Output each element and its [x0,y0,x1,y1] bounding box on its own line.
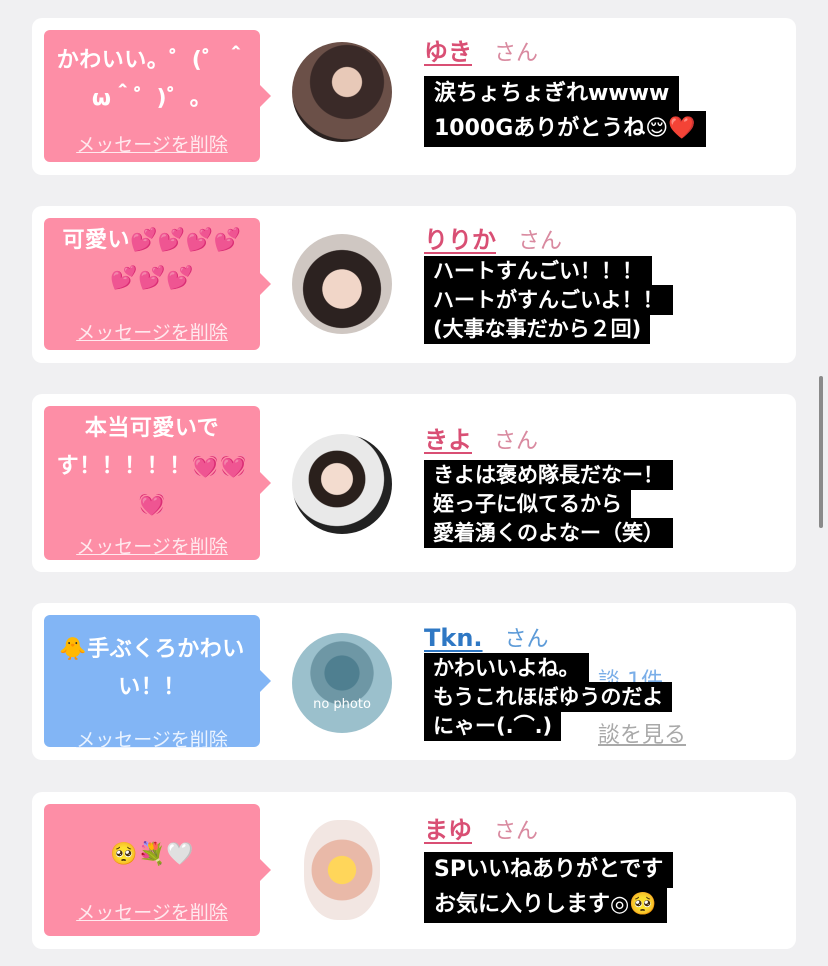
honorific: さん [518,229,563,254]
no-photo-label: no photo [313,697,371,712]
caption-line: (大事な事だから２回) [424,314,651,344]
caption-overlay: 涙ちょちょぎれwwww 1000Gありがとうね😌❤️ [424,76,706,147]
caption-overlay: きよは褒め隊長だなー！ 姪っ子に似てるから 愛着湧くのよなー（笑） [424,460,673,548]
honorific: さん [494,819,539,844]
message-card: 本当可愛いです！！！！！💓💓💓 メッセージを削除 きよ さん きよは褒め隊長だなー… [32,394,796,572]
caption-overlay: SPいいねありがとです お気に入りします◎🥺 [424,852,674,923]
avatar-placeholder[interactable]: no photo [292,633,392,733]
caption-line: お気に入りします◎🥺 [424,887,667,923]
message-text: 本当可愛いです！！！！！💓💓💓 [56,416,248,517]
caption-line: かわいいよね。 [424,653,589,683]
delete-message-link[interactable]: メッセージを削除 [44,130,260,157]
sender-name[interactable]: きよ [424,426,472,454]
delete-message-link[interactable]: メッセージを削除 [44,318,260,345]
caption-overlay: かわいいよね。 もうこれほぼゆうのだよ にゃー(.⌒.) [424,653,673,741]
caption-line: 涙ちょちょぎれwwww [424,76,680,112]
sender-row: ゆき さん [424,32,538,67]
message-bubble: かわいい。゜(゜＾ω＾゜)゜。 メッセージを削除 [44,30,271,162]
message-bubble: 🥺💐🤍 メッセージを削除 [44,804,271,936]
caption-line: ハートすんごい！！！ [424,256,652,286]
message-text: かわいい。゜(゜＾ω＾゜)゜。 [56,48,248,111]
honorific: さん [494,429,539,454]
scrollbar[interactable] [819,376,823,528]
caption-line: にゃー(.⌒.) [424,711,562,741]
caption-line: 姪っ子に似てるから [424,489,631,519]
sender-name[interactable]: りりか [424,226,496,254]
honorific: さん [494,41,539,66]
message-bubble: 本当可愛いです！！！！！💓💓💓 メッセージを削除 [44,406,271,560]
delete-message-link[interactable]: メッセージを削除 [44,898,260,925]
avatar[interactable] [292,42,392,142]
message-bubble: 🐥手ぶくろかわいい！！ メッセージを削除 [44,615,271,751]
message-text: 🥺💐🤍 [110,842,194,867]
sender-name[interactable]: まゆ [424,816,472,844]
delete-message-link[interactable]: メッセージを削除 [44,532,260,559]
message-card: 🐥手ぶくろかわいい！！ メッセージを削除 no photo Tkn.さん 談 1… [32,603,796,760]
sender-name[interactable]: Tkn. [424,624,483,652]
caption-line: 愛着湧くのよなー（笑） [424,518,673,548]
message-card: 可愛い💕💕💕💕💕💕💕 メッセージを削除 りりか さん ハートすんごい！！！ ハート… [32,206,796,363]
honorific: さん [504,627,549,652]
message-text: 🐥手ぶくろかわいい！！ [59,637,245,700]
message-text: 可愛い💕💕💕💕💕💕💕 [62,228,242,291]
sender-row: りりか さん [424,220,562,255]
sender-name[interactable]: ゆき [424,38,472,66]
sender-row: Tkn. さん [424,621,549,653]
caption-line: 1000Gありがとうね😌❤️ [424,111,706,147]
caption-line: もうこれほぼゆうのだよ [424,682,673,712]
sender-row: きよ さん [424,420,538,455]
caption-line: きよは褒め隊長だなー！ [424,460,673,490]
avatar[interactable] [304,820,380,920]
message-card: かわいい。゜(゜＾ω＾゜)゜。 メッセージを削除 ゆき さん 涙ちょちょぎれwww… [32,18,796,175]
message-card: 🥺💐🤍 メッセージを削除 まゆ さん SPいいねありがとです お気に入りします◎🥺 [32,792,796,949]
avatar[interactable] [292,234,392,334]
caption-overlay: ハートすんごい！！！ ハートがすんごいよ！！ (大事な事だから２回) [424,256,673,344]
avatar[interactable] [292,434,392,534]
sender-row: まゆ さん [424,810,538,845]
message-bubble: 可愛い💕💕💕💕💕💕💕 メッセージを削除 [44,218,271,350]
caption-line: SPいいねありがとです [424,852,674,888]
delete-message-link[interactable]: メッセージを削除 [44,725,260,752]
caption-line: ハートがすんごいよ！！ [424,285,673,315]
